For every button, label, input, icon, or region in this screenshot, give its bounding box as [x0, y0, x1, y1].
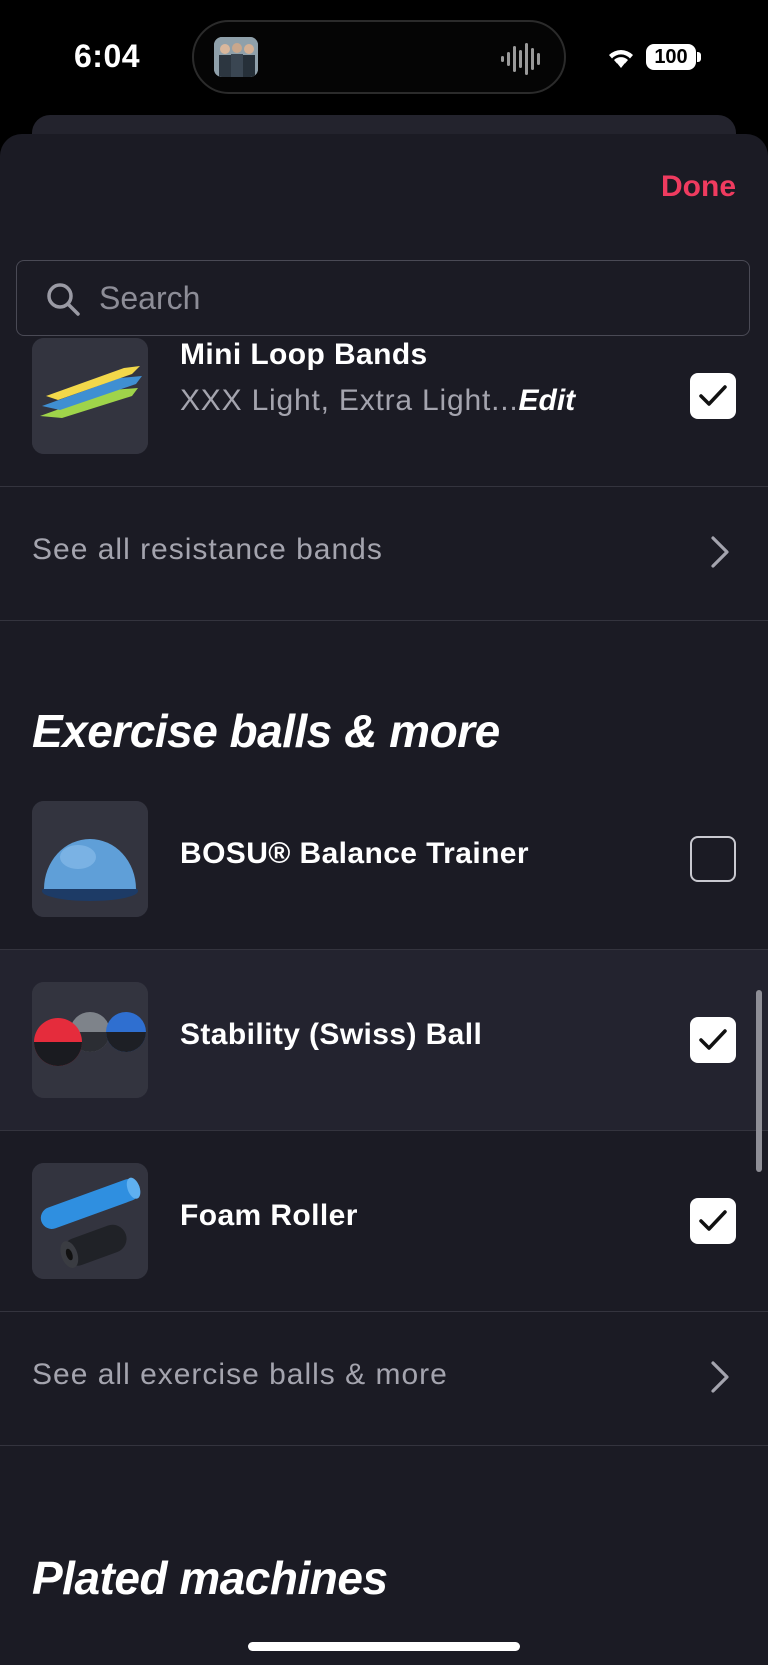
now-playing-thumbnail	[214, 37, 258, 77]
equipment-row-mini-loop-bands[interactable]: Mini Loop Bands XXX Light, Extra Light..…	[0, 306, 768, 487]
chevron-right-icon	[711, 536, 729, 568]
see-all-exercise-balls-link[interactable]: See all exercise balls & more	[0, 1312, 768, 1446]
bosu-balance-trainer-checkbox[interactable]	[690, 836, 736, 882]
mini-loop-bands-checkbox[interactable]	[690, 373, 736, 419]
audio-waveform-icon	[501, 43, 540, 75]
wifi-icon	[609, 50, 633, 68]
foam-roller-image	[32, 1163, 148, 1279]
equipment-row-stability-ball[interactable]: Stability (Swiss) Ball	[0, 950, 768, 1131]
item-title: Stability (Swiss) Ball	[180, 1018, 483, 1051]
see-all-resistance-bands-link[interactable]: See all resistance bands	[0, 487, 768, 621]
stability-ball-image	[32, 982, 148, 1098]
status-bar: 6:04 100	[0, 0, 768, 115]
item-title: Mini Loop Bands	[180, 338, 428, 371]
edit-link[interactable]: Edit	[519, 384, 576, 417]
mini-loop-bands-image	[32, 338, 148, 454]
scroll-indicator[interactable]	[756, 990, 762, 1172]
see-all-label: See all exercise balls & more	[32, 1358, 448, 1391]
bosu-balance-trainer-image	[32, 801, 148, 917]
section-title-exercise-balls: Exercise balls & more	[32, 705, 500, 757]
see-all-label: See all resistance bands	[32, 533, 383, 566]
battery-tip	[697, 52, 701, 62]
status-time: 6:04	[74, 38, 141, 74]
item-title: Foam Roller	[180, 1199, 358, 1232]
item-subtitle: XXX Light, Extra Light...Edit	[180, 384, 576, 417]
equipment-sheet: Done Mini Loop Bands XXX Light, Extra Li…	[0, 134, 768, 1665]
section-title-plated-machines: Plated machines	[32, 1552, 388, 1604]
stability-ball-checkbox[interactable]	[690, 1017, 736, 1063]
chevron-right-icon	[711, 1361, 729, 1393]
dynamic-island[interactable]	[192, 20, 566, 94]
battery-indicator: 100	[646, 44, 696, 70]
equipment-row-bosu-balance-trainer[interactable]: BOSU® Balance Trainer	[0, 769, 768, 950]
home-indicator[interactable]	[248, 1642, 520, 1651]
foam-roller-checkbox[interactable]	[690, 1198, 736, 1244]
equipment-row-foam-roller[interactable]: Foam Roller	[0, 1131, 768, 1312]
done-button[interactable]: Done	[661, 170, 736, 204]
item-title: BOSU® Balance Trainer	[180, 837, 529, 870]
